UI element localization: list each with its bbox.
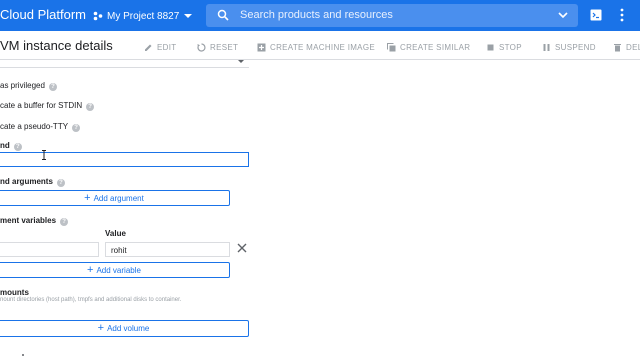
suspend-button[interactable]: SUSPEND (542, 41, 596, 53)
stop-label: STOP (499, 42, 522, 52)
stdin-option[interactable]: cate a buffer for STDIN? (0, 101, 95, 111)
command-label: nd? (0, 141, 22, 151)
command-label-text: nd (0, 141, 10, 150)
pause-icon (543, 43, 550, 51)
tty-label: cate a pseudo-TTY (0, 122, 69, 131)
command-input[interactable] (0, 152, 249, 167)
product-title[interactable]: Cloud Platform (0, 7, 86, 22)
add-argument-label: Add argument (93, 193, 144, 203)
search-input[interactable]: Search products and resources (206, 4, 578, 27)
mounts-helper-text: nount directories (host path), tmpfs and… (0, 297, 182, 303)
add-volume-label: Add volume (107, 324, 150, 333)
project-name: My Project 8827 (107, 10, 180, 22)
top-bar: Cloud Platform My Project 8827 Search pr… (0, 0, 640, 31)
env-value-input[interactable]: rohit (105, 242, 230, 257)
edit-label: EDIT (157, 42, 177, 52)
cloud-shell-icon[interactable] (590, 9, 602, 21)
create-machine-image-button[interactable]: CREATE MACHINE IMAGE (257, 41, 375, 53)
edit-button[interactable]: EDIT (144, 41, 176, 53)
reset-button[interactable]: RESET (197, 41, 238, 53)
privileged-option[interactable]: as privileged? (0, 81, 57, 91)
add-argument-button[interactable]: + Add argument (0, 190, 230, 206)
action-bar: VM instance details EDIT RESET CREATE MA… (0, 31, 640, 60)
chevron-down-icon (238, 60, 244, 63)
copy-icon (387, 42, 396, 51)
add-box-icon (257, 43, 266, 51)
create-similar-button[interactable]: CREATE SIMILAR (387, 41, 470, 53)
create-similar-label: CREATE SIMILAR (400, 42, 471, 52)
chevron-down-icon (184, 14, 193, 18)
env-value-header: Value (105, 229, 126, 238)
divider-dot (22, 354, 24, 356)
reset-label: RESET (210, 42, 239, 52)
help-icon[interactable]: ? (86, 103, 95, 111)
text-cursor-icon (42, 150, 46, 160)
project-selector[interactable]: My Project 8827 (93, 6, 193, 26)
pencil-icon (145, 44, 152, 51)
help-icon[interactable]: ? (72, 124, 81, 132)
plus-icon: + (97, 322, 105, 334)
page-title: VM instance details (0, 38, 113, 53)
plus-icon: + (87, 263, 94, 276)
chevron-down-icon[interactable] (558, 11, 568, 19)
args-label-text: nd arguments (0, 177, 53, 186)
help-icon[interactable]: ? (48, 83, 57, 91)
mounts-label: mounts (0, 288, 29, 297)
tty-option[interactable]: cate a pseudo-TTY? (0, 122, 81, 132)
plus-icon: + (84, 191, 91, 204)
hexagon-icon (93, 11, 103, 21)
stop-button[interactable]: STOP (486, 41, 522, 53)
help-icon[interactable]: ? (60, 218, 69, 226)
delete-button[interactable]: DEL (613, 41, 640, 53)
env-name-input[interactable] (0, 242, 99, 257)
add-variable-button[interactable]: + Add variable (0, 262, 230, 278)
search-icon (217, 9, 229, 21)
privileged-label: as privileged (0, 81, 45, 90)
help-icon[interactable]: ? (56, 179, 65, 187)
add-variable-label: Add variable (96, 265, 141, 275)
search-placeholder: Search products and resources (240, 9, 393, 21)
create-machine-image-label: CREATE MACHINE IMAGE (270, 42, 375, 52)
env-label-text: ment variables (0, 216, 57, 225)
close-icon[interactable] (237, 243, 247, 253)
stop-icon (487, 44, 494, 50)
env-label: ment variables? (0, 216, 69, 226)
suspend-label: SUSPEND (555, 42, 596, 52)
args-label: nd arguments? (0, 177, 65, 187)
stdin-label: cate a buffer for STDIN (0, 101, 83, 110)
help-icon[interactable]: ? (13, 143, 22, 151)
more-vert-icon[interactable] (620, 8, 624, 22)
delete-label: DEL (626, 42, 640, 52)
trash-icon (614, 43, 621, 51)
add-volume-button[interactable]: + Add volume (0, 320, 249, 337)
reset-icon (197, 42, 206, 52)
restart-policy-select[interactable] (0, 58, 249, 68)
